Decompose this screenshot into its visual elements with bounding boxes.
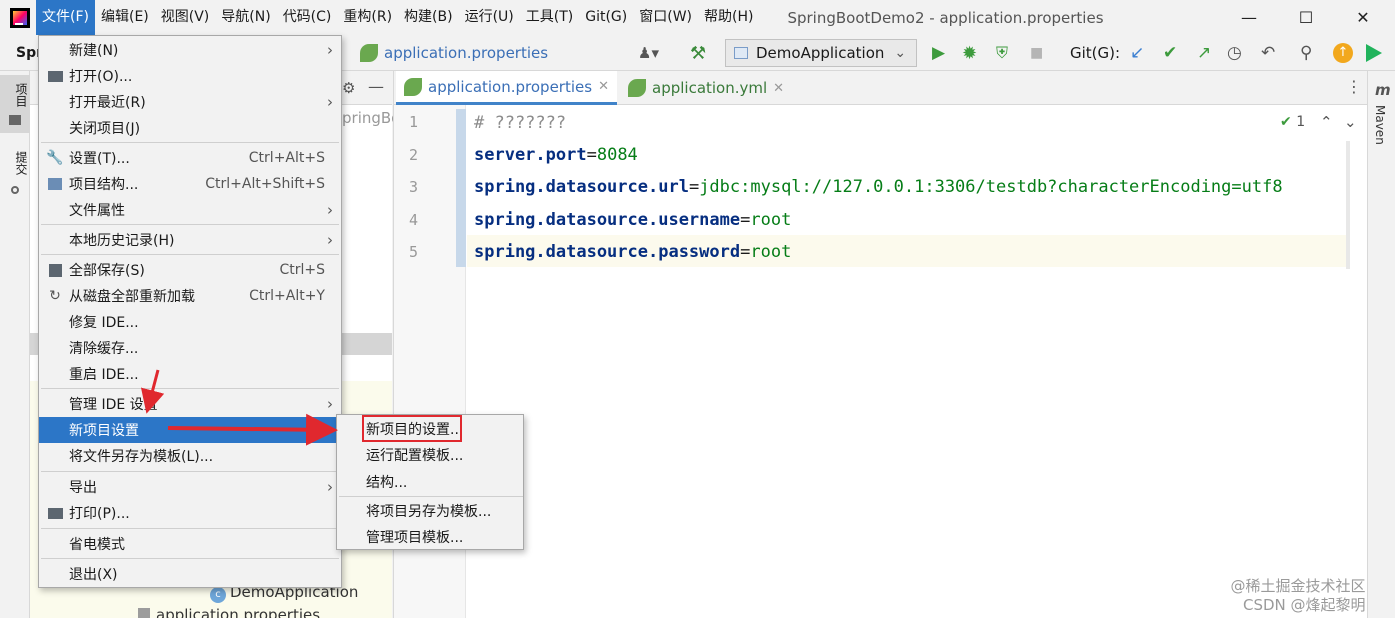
annotation-arrow-right (167, 413, 338, 446)
annotation-arrow-down (140, 369, 165, 414)
watermark: @稀土掘金技术社区 CSDN @烽起黎明 (1216, 577, 1366, 615)
annotation-arrows (140, 369, 338, 446)
watermark-line-1: @稀土掘金技术社区 (1230, 577, 1366, 595)
watermark-line-2: CSDN @烽起黎明 (1243, 596, 1366, 614)
